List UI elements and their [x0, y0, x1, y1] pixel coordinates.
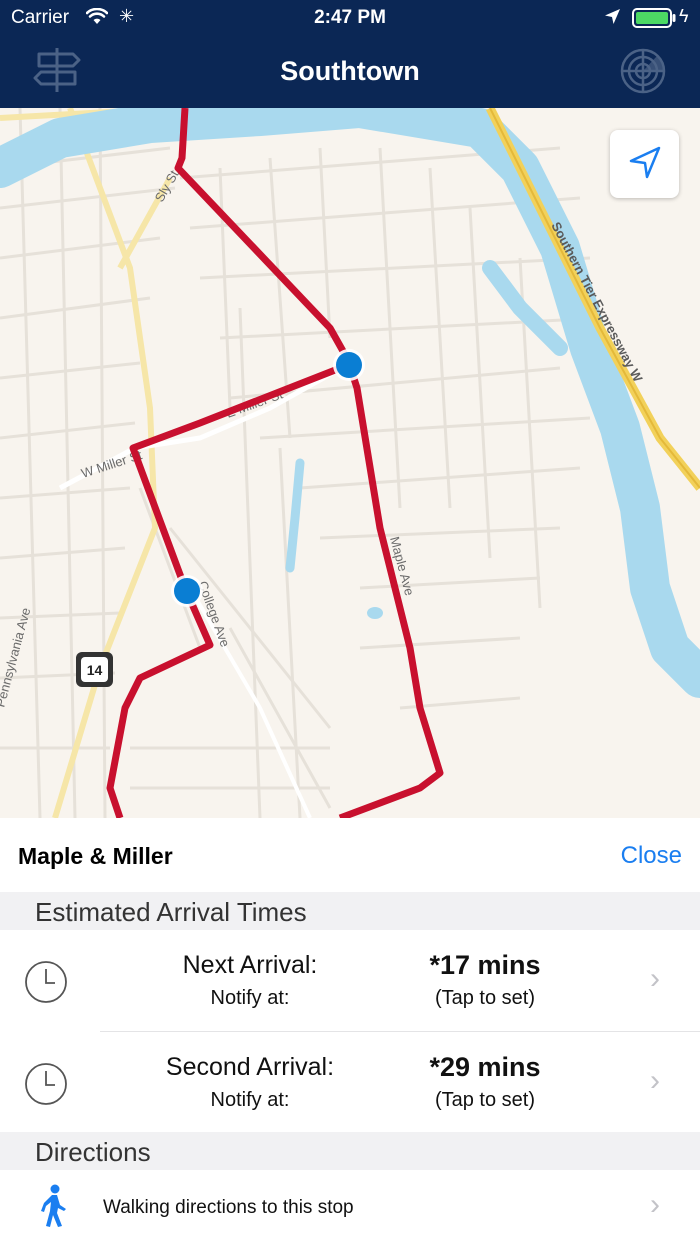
notify-label: Notify at:	[210, 1089, 290, 1111]
walking-directions-row[interactable]: Walking directions to this stop ›	[0, 1170, 700, 1244]
arrival-row-second[interactable]: Second Arrival: Notify at: *29 mins (Tap…	[0, 1032, 700, 1133]
notify-value[interactable]: (Tap to set)	[385, 1089, 585, 1112]
arrival-label: Next Arrival:	[182, 951, 318, 979]
sheet-header: Maple & Miller Close	[0, 818, 700, 892]
arrivals-section-header: Estimated Arrival Times	[0, 892, 700, 930]
clock-icon	[24, 1062, 68, 1111]
arrivals-header-label: Estimated Arrival Times	[35, 897, 307, 927]
notify-label: Notify at:	[210, 987, 290, 1009]
walking-person-icon	[40, 1184, 70, 1233]
small-pond	[367, 607, 383, 619]
arrival-time: *17 mins	[429, 950, 541, 980]
directions-header-label: Directions	[35, 1137, 151, 1167]
close-button[interactable]: Close	[621, 842, 682, 870]
chevron-right-icon: ›	[650, 1188, 660, 1221]
nav-bar: Southtown	[0, 36, 700, 108]
radar-icon[interactable]	[619, 47, 667, 100]
clock-time: 2:47 PM	[314, 7, 386, 28]
directions-section-header: Directions	[0, 1132, 700, 1170]
bus-stop-college[interactable]	[171, 575, 203, 607]
location-services-icon	[604, 8, 621, 31]
stop-name: Maple & Miller	[18, 843, 173, 869]
arrival-time: *29 mins	[429, 1052, 541, 1082]
locate-me-button[interactable]	[610, 130, 679, 198]
charging-bolt-icon: ϟ	[679, 6, 689, 26]
status-bar: Carrier ✳ 2:47 PM ϟ	[0, 0, 700, 36]
notify-value[interactable]: (Tap to set)	[385, 987, 585, 1010]
page-title: Southtown	[280, 56, 420, 86]
chevron-right-icon: ›	[650, 1064, 660, 1097]
walking-directions-label: Walking directions to this stop	[103, 1197, 354, 1218]
location-arrow-icon	[625, 142, 665, 187]
chevron-right-icon: ›	[650, 962, 660, 995]
stop-detail-sheet: Maple & Miller Close Estimated Arrival T…	[0, 818, 700, 1244]
arrival-row-next[interactable]: Next Arrival: Notify at: *17 mins (Tap t…	[0, 930, 700, 1031]
svg-text:14: 14	[87, 662, 103, 678]
bus-stop-maple-miller[interactable]	[333, 349, 365, 381]
route-shield: 14	[76, 652, 113, 687]
arrival-label: Second Arrival:	[165, 1053, 335, 1081]
map-view[interactable]: Sly St W Miller St E Miller St Pennsylva…	[0, 108, 700, 818]
clock-icon	[24, 960, 68, 1009]
battery-icon	[632, 8, 676, 34]
